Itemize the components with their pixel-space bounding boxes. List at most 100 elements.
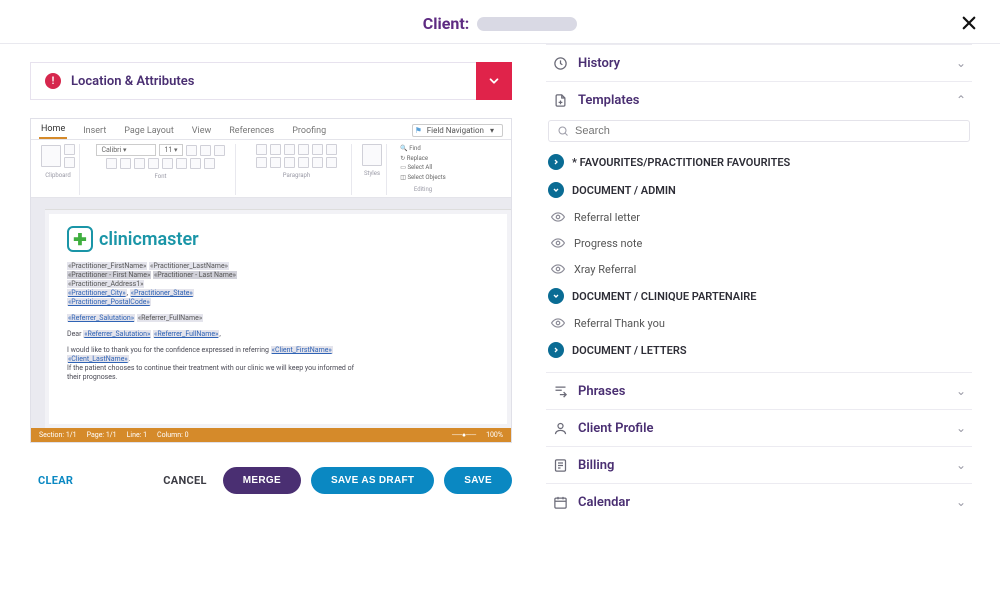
align-right-button[interactable] [284, 157, 295, 168]
tab-references[interactable]: References [227, 124, 276, 139]
show-marks-button[interactable] [326, 144, 337, 155]
chevron-up-icon: ⌃ [956, 93, 966, 107]
styles-button[interactable] [362, 144, 382, 166]
chevron-down-icon: ⌄ [956, 495, 966, 509]
cut-button[interactable] [64, 144, 75, 155]
category-favourites[interactable]: * FAVOURITES/PRACTITIONER FAVOURITES [546, 148, 972, 176]
logo-mark-icon: ✚ [67, 226, 93, 252]
align-justify-button[interactable] [298, 157, 309, 168]
action-row: CLEAR CANCEL MERGE SAVE AS DRAFT SAVE [30, 443, 512, 494]
zoom-slider[interactable]: ──●── [452, 431, 476, 439]
status-page: Page: 1/1 [87, 431, 117, 439]
ribbon-group-font: Font [155, 173, 167, 180]
expand-icon[interactable] [548, 342, 564, 358]
eye-icon [550, 261, 566, 277]
template-xray-referral[interactable]: Xray Referral [546, 256, 972, 282]
panel-phrases[interactable]: Phrases ⌄ [546, 373, 972, 409]
numbering-button[interactable] [270, 144, 281, 155]
eye-icon [550, 209, 566, 225]
status-section: Section: 1/1 [39, 431, 77, 439]
eye-icon [550, 235, 566, 251]
collapse-icon[interactable] [548, 288, 564, 304]
ribbon-group-styles: Styles [364, 170, 380, 177]
copy-button[interactable] [64, 157, 75, 168]
category-document-admin[interactable]: DOCUMENT / ADMIN [546, 176, 972, 204]
outdent-button[interactable] [298, 144, 309, 155]
client-name-placeholder [477, 17, 577, 31]
template-progress-note[interactable]: Progress note [546, 230, 972, 256]
panel-history[interactable]: History ⌄ [546, 45, 972, 81]
field-navigation-dropdown[interactable]: Field Navigation▾ [412, 124, 503, 137]
highlight-button[interactable] [190, 158, 201, 169]
collapse-icon[interactable] [548, 182, 564, 198]
tab-page-layout[interactable]: Page Layout [122, 124, 176, 139]
indent-button[interactable] [312, 144, 323, 155]
cancel-button[interactable]: CANCEL [163, 474, 207, 487]
font-color-button[interactable] [204, 158, 215, 169]
bullets-button[interactable] [256, 144, 267, 155]
grow-font-button[interactable] [186, 145, 197, 156]
panel-calendar[interactable]: Calendar ⌄ [546, 484, 972, 520]
select-all-button[interactable]: ▭ Select All [400, 163, 445, 173]
clear-format-button[interactable] [214, 145, 225, 156]
calendar-icon [552, 494, 568, 510]
panel-billing[interactable]: Billing ⌄ [546, 447, 972, 483]
warning-icon: ! [45, 73, 61, 89]
underline-button[interactable] [134, 158, 145, 169]
document-page[interactable]: ✚ clinicmaster «Practitioner_FirstName» … [49, 214, 507, 424]
templates-icon [552, 92, 568, 108]
font-size-select[interactable]: 11 ▾ [159, 144, 182, 156]
merge-button[interactable]: MERGE [223, 467, 301, 494]
strike-button[interactable] [148, 158, 159, 169]
location-attributes-toggle[interactable] [476, 62, 512, 100]
expand-icon[interactable] [548, 154, 564, 170]
panel-templates[interactable]: Templates ⌃ [546, 82, 972, 118]
align-center-button[interactable] [270, 157, 281, 168]
multilevel-button[interactable] [284, 144, 295, 155]
close-icon[interactable] [960, 14, 978, 32]
editor-statusbar: Section: 1/1 Page: 1/1 Line: 1 Column: 0… [31, 428, 511, 442]
status-zoom: 100% [486, 431, 503, 439]
history-icon [552, 55, 568, 71]
template-search[interactable] [548, 120, 970, 142]
eye-icon [550, 315, 566, 331]
ribbon: Clipboard Calibri ▾ 11 ▾ [31, 140, 511, 198]
save-button[interactable]: SAVE [444, 467, 512, 494]
horizontal-ruler [45, 198, 511, 210]
shrink-font-button[interactable] [200, 145, 211, 156]
clear-button[interactable]: CLEAR [38, 474, 73, 487]
category-document-letters[interactable]: DOCUMENT / LETTERS [546, 336, 972, 364]
find-button[interactable]: 🔍 Find [400, 144, 445, 154]
panel-client-profile[interactable]: Client Profile ⌄ [546, 410, 972, 446]
clinicmaster-logo: ✚ clinicmaster [67, 226, 489, 252]
select-objects-button[interactable]: ◫ Select Objects [400, 173, 445, 183]
paste-button[interactable] [41, 145, 61, 167]
chevron-down-icon: ⌄ [956, 384, 966, 398]
tab-view[interactable]: View [190, 124, 213, 139]
tab-proofing[interactable]: Proofing [290, 124, 328, 139]
profile-icon [552, 420, 568, 436]
ribbon-group-clipboard: Clipboard [45, 172, 71, 179]
line-spacing-button[interactable] [312, 157, 323, 168]
client-label: Client: [423, 14, 469, 33]
align-left-button[interactable] [256, 157, 267, 168]
superscript-button[interactable] [176, 158, 187, 169]
font-name-select[interactable]: Calibri ▾ [96, 144, 156, 156]
ribbon-group-editing: Editing [414, 186, 432, 193]
shading-button[interactable] [326, 157, 337, 168]
search-input[interactable] [575, 125, 961, 137]
template-referral-thank-you[interactable]: Referral Thank you [546, 310, 972, 336]
chevron-down-icon: ⌄ [956, 458, 966, 472]
modal-header: Client: [0, 0, 1000, 44]
tab-home[interactable]: Home [39, 122, 67, 139]
italic-button[interactable] [120, 158, 131, 169]
replace-button[interactable]: ↻ Replace [400, 154, 445, 164]
status-line: Line: 1 [127, 431, 147, 439]
save-draft-button[interactable]: SAVE AS DRAFT [311, 467, 434, 494]
category-document-clinique[interactable]: DOCUMENT / CLINIQUE PARTENAIRE [546, 282, 972, 310]
bold-button[interactable] [106, 158, 117, 169]
tab-insert[interactable]: Insert [81, 124, 108, 139]
subscript-button[interactable] [162, 158, 173, 169]
document-editor: Home Insert Page Layout View References … [30, 118, 512, 443]
template-referral-letter[interactable]: Referral letter [546, 204, 972, 230]
